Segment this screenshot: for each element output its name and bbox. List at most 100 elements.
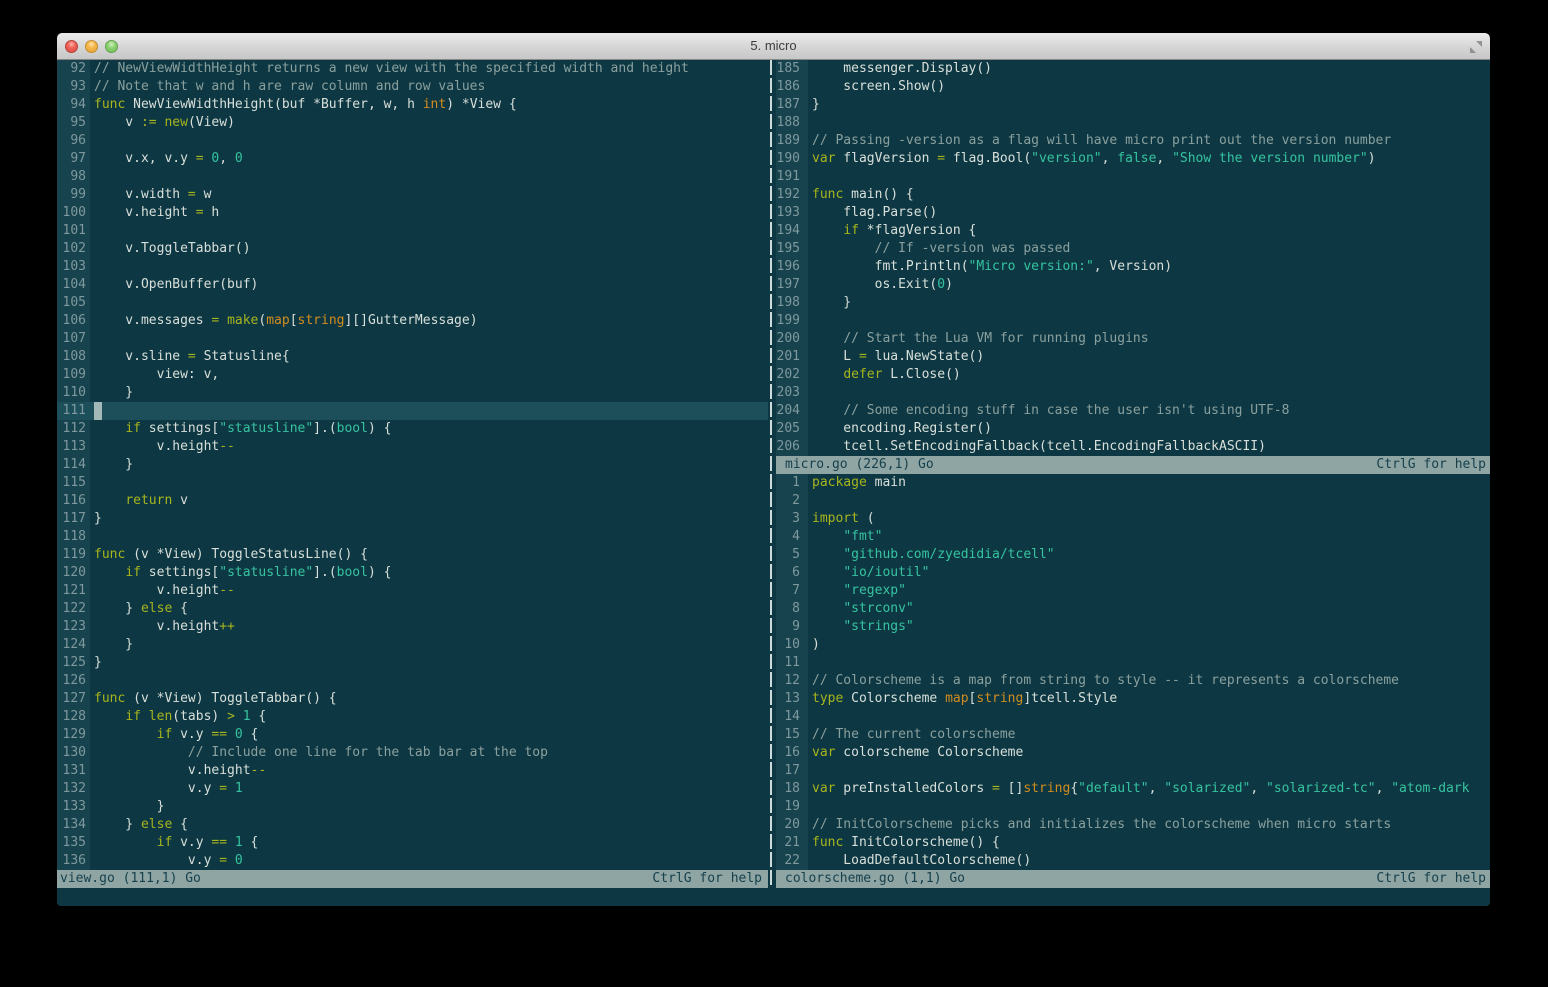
code-line[interactable]: 112 if settings["statusline"].(bool) {: [57, 420, 768, 438]
code-line[interactable]: 129 if v.y == 0 {: [57, 726, 768, 744]
code-line[interactable]: 11: [776, 654, 1490, 672]
pane-view-go[interactable]: 92// NewViewWidthHeight returns a new vi…: [57, 60, 768, 870]
code-line[interactable]: 120 if settings["statusline"].(bool) {: [57, 564, 768, 582]
code-line[interactable]: 122 } else {: [57, 600, 768, 618]
code-line[interactable]: 3import (: [776, 510, 1490, 528]
code-line[interactable]: 13type Colorscheme map[string]tcell.Styl…: [776, 690, 1490, 708]
code-line[interactable]: 190var flagVersion = flag.Bool("version"…: [776, 150, 1490, 168]
code-line[interactable]: 103: [57, 258, 768, 276]
line-number: 127: [57, 690, 90, 708]
code-line[interactable]: 128 if len(tabs) > 1 {: [57, 708, 768, 726]
code-line[interactable]: 134 } else {: [57, 816, 768, 834]
code-line[interactable]: 127func (v *View) ToggleTabbar() {: [57, 690, 768, 708]
code-line[interactable]: 191: [776, 168, 1490, 186]
code-line[interactable]: 19: [776, 798, 1490, 816]
code-line[interactable]: 119func (v *View) ToggleStatusLine() {: [57, 546, 768, 564]
code-line[interactable]: 107: [57, 330, 768, 348]
code-line[interactable]: 10): [776, 636, 1490, 654]
code-text: }: [94, 456, 133, 474]
titlebar[interactable]: 5. micro: [57, 33, 1490, 60]
code-line[interactable]: 101: [57, 222, 768, 240]
code-line[interactable]: 104 v.OpenBuffer(buf): [57, 276, 768, 294]
code-line[interactable]: 198 }: [776, 294, 1490, 312]
code-line[interactable]: 130 // Include one line for the tab bar …: [57, 744, 768, 762]
code-line[interactable]: 189// Passing -version as a flag will ha…: [776, 132, 1490, 150]
code-line[interactable]: 7 "regexp": [776, 582, 1490, 600]
code-line[interactable]: 106 v.messages = make(map[string][]Gutte…: [57, 312, 768, 330]
code-line[interactable]: 118: [57, 528, 768, 546]
code-line[interactable]: 186 screen.Show(): [776, 78, 1490, 96]
code-line[interactable]: 97 v.x, v.y = 0, 0: [57, 150, 768, 168]
code-line[interactable]: 125}: [57, 654, 768, 672]
code-line[interactable]: 194 if *flagVersion {: [776, 222, 1490, 240]
code-line[interactable]: 14: [776, 708, 1490, 726]
code-line[interactable]: 21func InitColorscheme() {: [776, 834, 1490, 852]
code-line[interactable]: 199: [776, 312, 1490, 330]
code-line[interactable]: 9 "strings": [776, 618, 1490, 636]
code-text: messenger.Display(): [812, 60, 992, 78]
code-line[interactable]: 200 // Start the Lua VM for running plug…: [776, 330, 1490, 348]
code-line[interactable]: 123 v.height++: [57, 618, 768, 636]
code-line[interactable]: 202 defer L.Close(): [776, 366, 1490, 384]
code-line[interactable]: 201 L = lua.NewState(): [776, 348, 1490, 366]
code-line[interactable]: 206 tcell.SetEncodingFallback(tcell.Enco…: [776, 438, 1490, 456]
code-line[interactable]: 196 fmt.Println("Micro version:", Versio…: [776, 258, 1490, 276]
pane-colorscheme-go[interactable]: 1package main23import (4 "fmt"5 "github.…: [776, 474, 1490, 870]
code-line[interactable]: 18var preInstalledColors = []string{"def…: [776, 780, 1490, 798]
code-line[interactable]: 195 // If -version was passed: [776, 240, 1490, 258]
code-line[interactable]: 126: [57, 672, 768, 690]
code-line[interactable]: 205 encoding.Register(): [776, 420, 1490, 438]
code-line[interactable]: 92// NewViewWidthHeight returns a new vi…: [57, 60, 768, 78]
code-line[interactable]: 133 }: [57, 798, 768, 816]
code-line[interactable]: 132 v.y = 1: [57, 780, 768, 798]
code-line[interactable]: 192func main() {: [776, 186, 1490, 204]
code-line[interactable]: 131 v.height--: [57, 762, 768, 780]
code-line[interactable]: 121 v.height--: [57, 582, 768, 600]
code-line[interactable]: 109 view: v,: [57, 366, 768, 384]
code-line[interactable]: 15// The current colorscheme: [776, 726, 1490, 744]
code-line[interactable]: 2: [776, 492, 1490, 510]
code-line[interactable]: 188: [776, 114, 1490, 132]
code-line[interactable]: 20// InitColorscheme picks and initializ…: [776, 816, 1490, 834]
code-line[interactable]: 22 LoadDefaultColorscheme(): [776, 852, 1490, 870]
code-line[interactable]: 1package main: [776, 474, 1490, 492]
code-line[interactable]: 100 v.height = h: [57, 204, 768, 222]
code-line[interactable]: 93// Note that w and h are raw column an…: [57, 78, 768, 96]
code-line[interactable]: 193 flag.Parse(): [776, 204, 1490, 222]
code-line[interactable]: 110 }: [57, 384, 768, 402]
code-line[interactable]: 108 v.sline = Statusline{: [57, 348, 768, 366]
line-number: 128: [57, 708, 90, 726]
code-line[interactable]: 16var colorscheme Colorscheme: [776, 744, 1490, 762]
code-line[interactable]: 6 "io/ioutil": [776, 564, 1490, 582]
code-line[interactable]: 117}: [57, 510, 768, 528]
code-line[interactable]: 136 v.y = 0: [57, 852, 768, 870]
code-line[interactable]: 203: [776, 384, 1490, 402]
code-line[interactable]: 8 "strconv": [776, 600, 1490, 618]
fullscreen-icon[interactable]: [1469, 40, 1483, 54]
code-line[interactable]: 187}: [776, 96, 1490, 114]
code-line[interactable]: 17: [776, 762, 1490, 780]
code-line[interactable]: 114 }: [57, 456, 768, 474]
code-line[interactable]: 204 // Some encoding stuff in case the u…: [776, 402, 1490, 420]
code-line[interactable]: 105: [57, 294, 768, 312]
code-line[interactable]: 115: [57, 474, 768, 492]
code-line[interactable]: 197 os.Exit(0): [776, 276, 1490, 294]
code-line[interactable]: 116 return v: [57, 492, 768, 510]
code-line[interactable]: 102 v.ToggleTabbar(): [57, 240, 768, 258]
code-text: // NewViewWidthHeight returns a new view…: [94, 60, 689, 78]
code-line[interactable]: 94func NewViewWidthHeight(buf *Buffer, w…: [57, 96, 768, 114]
code-line[interactable]: 5 "github.com/zyedidia/tcell": [776, 546, 1490, 564]
code-line[interactable]: 99 v.width = w: [57, 186, 768, 204]
code-line[interactable]: 113 v.height--: [57, 438, 768, 456]
line-number: 97: [57, 150, 90, 168]
code-line[interactable]: 12// Colorscheme is a map from string to…: [776, 672, 1490, 690]
code-line[interactable]: 135 if v.y == 1 {: [57, 834, 768, 852]
code-line[interactable]: 98: [57, 168, 768, 186]
code-line[interactable]: 124 }: [57, 636, 768, 654]
code-line[interactable]: 111: [57, 402, 768, 420]
code-line[interactable]: 95 v := new(View): [57, 114, 768, 132]
code-line[interactable]: 96: [57, 132, 768, 150]
pane-micro-go[interactable]: 185 messenger.Display()186 screen.Show()…: [776, 60, 1490, 456]
code-line[interactable]: 185 messenger.Display(): [776, 60, 1490, 78]
code-line[interactable]: 4 "fmt": [776, 528, 1490, 546]
